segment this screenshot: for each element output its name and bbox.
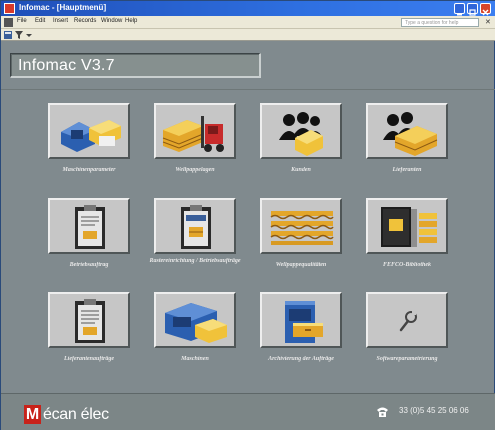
help-search-input[interactable]: Type a question for help — [401, 18, 479, 27]
tile-corrugated-qualities[interactable] — [260, 198, 342, 254]
menu-insert[interactable]: Insert — [53, 18, 68, 24]
title-bar[interactable]: Infomac - [Hauptmenü] — [1, 1, 495, 16]
suppliers-icon — [383, 112, 438, 156]
tile-label-work-order: Betriebsauftrag — [69, 262, 109, 268]
close-button[interactable] — [480, 3, 491, 16]
toolbar — [1, 29, 495, 41]
tile-supplier-orders[interactable] — [48, 292, 130, 348]
app-title-panel: Infomac V3.7 — [10, 53, 261, 78]
tile-fefco-library[interactable] — [366, 198, 448, 254]
document-icon[interactable] — [4, 18, 13, 27]
wrench-icon — [399, 311, 417, 332]
app-window: Infomac - [Hauptmenü] File Edit Insert R… — [0, 0, 495, 430]
window-title: Infomac - [Hauptmenü] — [19, 3, 107, 12]
toggle-filter-icon[interactable] — [15, 31, 23, 39]
app-icon[interactable] — [4, 3, 15, 14]
tile-machine-parameters[interactable] — [48, 103, 130, 159]
tile-label-corrugated-layers: Wellpappelagen — [175, 167, 215, 173]
forklift-icon — [162, 116, 224, 152]
tile-work-order[interactable] — [48, 198, 130, 254]
tile-suppliers[interactable] — [366, 103, 448, 159]
tile-label-software-settings: Softwareparametrierung — [376, 356, 438, 362]
clipboard-grid-icon — [181, 205, 211, 249]
phone-icon — [377, 407, 388, 417]
app-title: Infomac V3.7 — [18, 57, 115, 74]
tile-label-customers: Kunden — [291, 167, 311, 173]
tile-label-machine-parameters: Maschinenparameter — [62, 167, 116, 173]
menu-window[interactable]: Window — [101, 18, 122, 24]
header-divider — [1, 89, 495, 90]
clipboard-supplier-icon — [75, 299, 105, 343]
dropdown-arrow-icon[interactable] — [25, 31, 33, 39]
menu-edit[interactable]: Edit — [35, 18, 45, 24]
minimize-button[interactable] — [454, 3, 465, 16]
customers-icon — [279, 112, 323, 156]
tile-customers[interactable] — [260, 103, 342, 159]
archive-cabinet-icon — [285, 301, 323, 343]
machine-parameters-icon — [61, 120, 121, 152]
menu-help[interactable]: Help — [125, 18, 137, 24]
menu-bar: File Edit Insert Records Window Help Typ… — [1, 16, 495, 29]
tile-label-machines: Maschinen — [181, 356, 209, 362]
tile-corrugated-layers[interactable] — [154, 103, 236, 159]
tile-label-fefco-library: FEFCO-Bibliothek — [382, 262, 431, 268]
book-library-icon — [381, 207, 437, 247]
corrugated-layers-icon — [270, 211, 334, 245]
menu-file[interactable]: File — [17, 18, 27, 24]
phone-number: 33 (0)5 45 25 06 06 — [399, 406, 469, 415]
tile-label-suppliers: Lieferanten — [392, 167, 422, 173]
menu-records[interactable]: Records — [74, 18, 96, 24]
tile-label-supplier-orders: Lieferantenaufträge — [64, 356, 114, 362]
clipboard-order-icon — [75, 205, 105, 249]
tile-label-order-archive: Archivierung der Aufträge — [268, 356, 334, 362]
tile-machines[interactable] — [154, 292, 236, 348]
logo-text: écan élec — [43, 406, 109, 423]
close-document-icon[interactable]: ✕ — [485, 18, 491, 26]
maximize-button[interactable] — [467, 3, 478, 16]
design-view-icon[interactable] — [4, 31, 12, 39]
logo-initial: M — [24, 405, 41, 424]
machine-icon — [165, 303, 227, 343]
tile-software-settings[interactable] — [366, 292, 448, 348]
tile-label-corrugated-qualities: Wellpappequalitäten — [275, 262, 327, 268]
tile-order-archive[interactable] — [260, 292, 342, 348]
tile-label-grid-setup: Rastereinrichtung / Betriebsaufträge — [149, 258, 241, 264]
footer-bar: M écan élec 33 (0)5 45 25 06 06 — [1, 393, 495, 430]
tile-grid-setup[interactable] — [154, 198, 236, 254]
